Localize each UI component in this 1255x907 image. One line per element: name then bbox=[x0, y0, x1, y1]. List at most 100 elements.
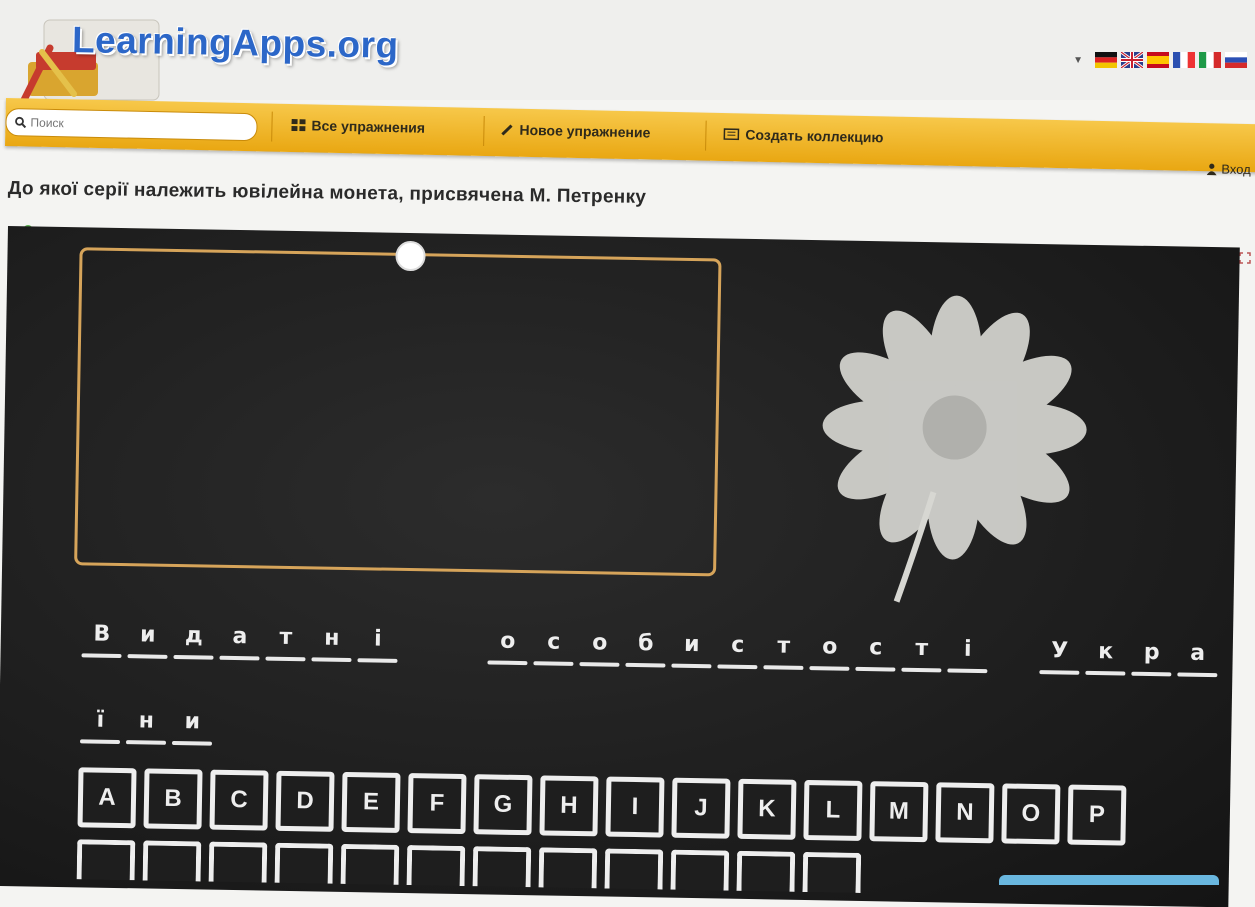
answer-letter: н bbox=[309, 621, 356, 656]
answer-letter-slot[interactable]: р bbox=[1128, 636, 1175, 679]
language-flags: ▼ bbox=[1073, 52, 1247, 68]
nav-create-collection[interactable]: Создать коллекцию bbox=[723, 126, 883, 145]
bottom-panel-tab[interactable] bbox=[999, 875, 1219, 885]
flag-de-icon[interactable] bbox=[1095, 52, 1117, 68]
letter-key[interactable] bbox=[143, 840, 202, 881]
nav-new-exercise[interactable]: Новое упражнение bbox=[501, 121, 650, 140]
page-title: До якої серії належить ювілейна монета, … bbox=[8, 178, 647, 209]
answer-letter-slot[interactable]: У bbox=[1036, 634, 1083, 677]
answer-letter-slot[interactable]: ї bbox=[77, 703, 124, 746]
answer-letter-slot[interactable]: и bbox=[668, 628, 715, 671]
answer-letter: і bbox=[944, 632, 991, 667]
answer-word: їни bbox=[77, 703, 216, 747]
search-box[interactable] bbox=[5, 108, 258, 141]
answer-letter-slot[interactable]: а bbox=[1174, 636, 1221, 679]
chalk-flower-icon bbox=[801, 290, 1107, 615]
answer-letter-slot[interactable]: і bbox=[944, 632, 991, 675]
user-icon bbox=[1206, 163, 1216, 175]
letter-key-p[interactable]: P bbox=[1067, 785, 1126, 846]
answer-letter-slot[interactable]: т bbox=[262, 621, 309, 664]
answer-letter: т bbox=[898, 632, 945, 667]
letter-key[interactable] bbox=[275, 843, 334, 884]
answer-letter-slot[interactable]: д bbox=[170, 619, 217, 662]
letter-key-m[interactable]: M bbox=[869, 781, 928, 842]
letter-key-o[interactable]: O bbox=[1001, 783, 1060, 844]
nav-create-collection-label: Создать коллекцию bbox=[745, 126, 883, 145]
answer-letter-slot[interactable]: о bbox=[484, 624, 531, 667]
nav-all-exercises[interactable]: Все упражнения bbox=[291, 117, 425, 136]
answer-letter-slot[interactable]: а bbox=[216, 620, 263, 663]
login-label: Вход bbox=[1221, 161, 1251, 177]
flag-it-icon[interactable] bbox=[1199, 52, 1221, 68]
letter-key-c[interactable]: C bbox=[209, 770, 268, 831]
letter-key[interactable] bbox=[77, 839, 136, 880]
answer-letter-slot[interactable]: н bbox=[308, 621, 355, 664]
letter-key-a[interactable]: A bbox=[78, 767, 137, 828]
letter-keyboard: ABCDEFGHIJKLMNOP bbox=[78, 767, 1127, 845]
language-dropdown-icon[interactable]: ▼ bbox=[1073, 55, 1083, 66]
answer-letter-slot[interactable]: н bbox=[123, 704, 170, 747]
letter-key-l[interactable]: L bbox=[803, 780, 862, 841]
letter-key[interactable] bbox=[473, 846, 532, 887]
letter-key[interactable] bbox=[407, 845, 466, 886]
letter-key[interactable] bbox=[539, 847, 598, 888]
letter-key[interactable] bbox=[737, 851, 796, 892]
answer-letter: с bbox=[714, 628, 761, 663]
answer-letter-slot[interactable]: о bbox=[806, 630, 853, 673]
answer-letter: о bbox=[806, 630, 853, 665]
letter-key-i[interactable]: I bbox=[605, 777, 664, 838]
answer-letter: и bbox=[668, 628, 715, 663]
letter-key-e[interactable]: E bbox=[341, 772, 400, 833]
site-logo[interactable]: LearningApps.org bbox=[72, 19, 399, 67]
answer-word: особистості bbox=[484, 624, 991, 675]
answer-letter: с bbox=[852, 631, 899, 666]
nav-all-exercises-label: Все упражнения bbox=[311, 117, 425, 135]
nav-divider bbox=[271, 112, 273, 142]
nav-divider bbox=[483, 116, 485, 146]
pencil-icon bbox=[501, 123, 513, 135]
answer-letter-slot[interactable]: і bbox=[354, 622, 401, 665]
letter-key-h[interactable]: H bbox=[539, 775, 598, 836]
flag-es-icon[interactable] bbox=[1147, 52, 1169, 68]
letter-key[interactable] bbox=[209, 842, 268, 883]
answer-letter: и bbox=[169, 705, 216, 740]
search-icon bbox=[14, 116, 26, 128]
letter-key[interactable] bbox=[802, 852, 861, 893]
answer-letter-slot[interactable]: В bbox=[78, 617, 125, 660]
answer-letter-slot[interactable]: к bbox=[1082, 635, 1129, 678]
letter-key-j[interactable]: J bbox=[671, 778, 730, 839]
letter-key[interactable] bbox=[341, 844, 400, 885]
answer-letter: ї bbox=[77, 703, 124, 738]
letter-key-g[interactable]: G bbox=[473, 774, 532, 835]
answer-letter: В bbox=[79, 617, 126, 652]
grid-icon bbox=[291, 119, 305, 131]
answer-letter-slot[interactable]: с bbox=[530, 625, 577, 668]
letter-key-n[interactable]: N bbox=[935, 782, 994, 843]
letter-key-d[interactable]: D bbox=[275, 771, 334, 832]
answer-letter: н bbox=[123, 704, 170, 739]
flag-gb-icon[interactable] bbox=[1121, 52, 1143, 68]
letter-key[interactable] bbox=[605, 849, 664, 890]
answer-letter-slot[interactable]: и bbox=[169, 705, 216, 748]
chalkboard: Видатні особистості Укра їни ABCDEFGHIJK… bbox=[0, 226, 1240, 907]
answer-letter-slot[interactable]: с bbox=[852, 631, 899, 674]
search-input[interactable] bbox=[26, 114, 232, 134]
answer-letter-slot[interactable]: с bbox=[714, 628, 761, 671]
answer-letter-slot[interactable]: б bbox=[622, 627, 669, 670]
answer-letter: о bbox=[485, 624, 532, 659]
answer-letter-slot[interactable]: о bbox=[576, 626, 623, 669]
fullscreen-icon[interactable] bbox=[1239, 252, 1251, 264]
answer-letter-slot[interactable]: т bbox=[898, 632, 945, 675]
login-link[interactable]: Вход bbox=[1206, 161, 1251, 177]
letter-key-b[interactable]: B bbox=[144, 768, 203, 829]
flag-fr-icon[interactable] bbox=[1173, 52, 1195, 68]
flag-ru-icon[interactable] bbox=[1225, 52, 1247, 68]
answer-letter-slot[interactable]: т bbox=[760, 629, 807, 672]
answer-letter-slot[interactable]: и bbox=[124, 618, 171, 661]
answer-word: Видатні bbox=[78, 617, 401, 665]
nav-new-exercise-label: Новое упражнение bbox=[519, 122, 650, 141]
letter-key-k[interactable]: K bbox=[737, 779, 796, 840]
answer-letter: с bbox=[531, 625, 578, 660]
answer-letter: а bbox=[217, 620, 264, 655]
letter-key-f[interactable]: F bbox=[407, 773, 466, 834]
